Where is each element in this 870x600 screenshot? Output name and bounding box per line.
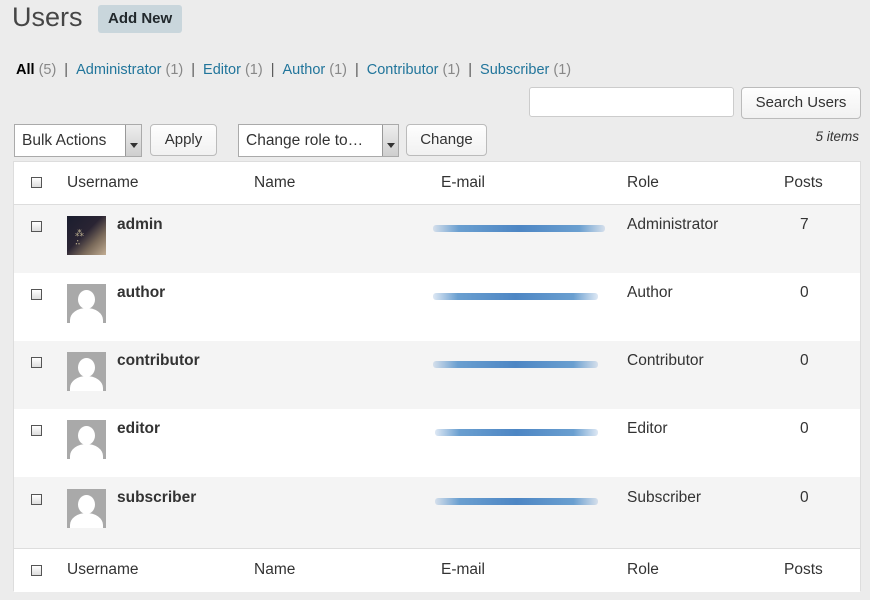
username-link[interactable]: contributor bbox=[117, 352, 200, 370]
row-checkbox[interactable] bbox=[31, 494, 42, 505]
change-button[interactable]: Change bbox=[406, 124, 487, 156]
username-link[interactable]: author bbox=[117, 284, 165, 302]
user-role: Subscriber bbox=[627, 489, 702, 506]
add-new-button[interactable]: Add New bbox=[98, 5, 183, 33]
users-table: Username Name E-mail Role Posts ⁂ ∴ admin… bbox=[13, 161, 861, 592]
username-link[interactable]: admin bbox=[117, 216, 163, 234]
filter-administrator[interactable]: Administrator (1) bbox=[76, 62, 183, 78]
posts-count[interactable]: 0 bbox=[800, 489, 809, 507]
items-count: 5 items bbox=[815, 129, 859, 144]
posts-count[interactable]: 0 bbox=[800, 352, 809, 370]
role-filter-links: All (5) | Administrator (1) | Editor (1) | Aut… bbox=[16, 62, 572, 78]
table-header: Username Name E-mail Role Posts bbox=[14, 162, 860, 205]
filter-subscriber[interactable]: Subscriber (1) bbox=[480, 62, 571, 78]
row-checkbox[interactable] bbox=[31, 425, 42, 436]
email-redacted bbox=[435, 498, 598, 505]
row-checkbox[interactable] bbox=[31, 289, 42, 300]
email-redacted bbox=[435, 429, 598, 436]
user-role: Editor bbox=[627, 420, 668, 437]
bulk-actions-value: Bulk Actions bbox=[22, 132, 107, 149]
column-name[interactable]: Name bbox=[254, 561, 295, 579]
column-role: Role bbox=[627, 174, 659, 191]
select-all-checkbox[interactable] bbox=[31, 565, 42, 576]
column-posts[interactable]: Posts bbox=[784, 174, 823, 192]
row-checkbox[interactable] bbox=[31, 221, 42, 232]
user-role: Contributor bbox=[627, 352, 704, 369]
email-redacted bbox=[433, 361, 598, 368]
table-footer: Username Name E-mail Role Posts bbox=[14, 548, 860, 592]
chevron-down-icon bbox=[125, 125, 141, 156]
search-users-button[interactable]: Search Users bbox=[741, 87, 861, 119]
user-role: Administrator bbox=[627, 216, 719, 233]
column-email[interactable]: E-mail bbox=[441, 174, 485, 192]
column-name[interactable]: Name bbox=[254, 174, 295, 192]
table-row: editor Editor 0 bbox=[14, 409, 860, 477]
chevron-down-icon bbox=[382, 125, 398, 156]
column-username[interactable]: Username bbox=[67, 561, 139, 579]
column-email[interactable]: E-mail bbox=[441, 561, 485, 579]
table-row: ⁂ ∴ admin Administrator 7 bbox=[14, 205, 860, 273]
email-redacted bbox=[433, 293, 598, 300]
column-posts[interactable]: Posts bbox=[784, 561, 823, 579]
apply-button[interactable]: Apply bbox=[150, 124, 217, 156]
posts-count[interactable]: 7 bbox=[800, 216, 809, 234]
table-row: author Author 0 bbox=[14, 273, 860, 341]
column-role: Role bbox=[627, 561, 659, 578]
change-role-value: Change role to… bbox=[246, 132, 364, 149]
page-title: Users bbox=[12, 2, 83, 32]
select-all-checkbox[interactable] bbox=[31, 177, 42, 188]
table-row: subscriber Subscriber 0 bbox=[14, 478, 860, 546]
table-row: contributor Contributor 0 bbox=[14, 341, 860, 409]
avatar bbox=[67, 284, 106, 323]
filter-author[interactable]: Author (1) bbox=[282, 62, 347, 78]
posts-count[interactable]: 0 bbox=[800, 284, 809, 302]
filter-editor[interactable]: Editor (1) bbox=[203, 62, 263, 78]
username-link[interactable]: editor bbox=[117, 420, 160, 438]
search-input[interactable] bbox=[529, 87, 734, 117]
avatar bbox=[67, 489, 106, 528]
row-checkbox[interactable] bbox=[31, 357, 42, 368]
bulk-actions-select[interactable]: Bulk Actions bbox=[14, 124, 142, 157]
avatar bbox=[67, 352, 106, 391]
filter-contributor[interactable]: Contributor (1) bbox=[367, 62, 461, 78]
email-redacted bbox=[433, 225, 605, 232]
avatar: ⁂ ∴ bbox=[67, 216, 106, 255]
column-username[interactable]: Username bbox=[67, 174, 139, 192]
avatar bbox=[67, 420, 106, 459]
posts-count[interactable]: 0 bbox=[800, 420, 809, 438]
change-role-select[interactable]: Change role to… bbox=[238, 124, 399, 157]
filter-all[interactable]: All (5) bbox=[16, 62, 56, 78]
username-link[interactable]: subscriber bbox=[117, 489, 196, 507]
user-role: Author bbox=[627, 284, 673, 301]
